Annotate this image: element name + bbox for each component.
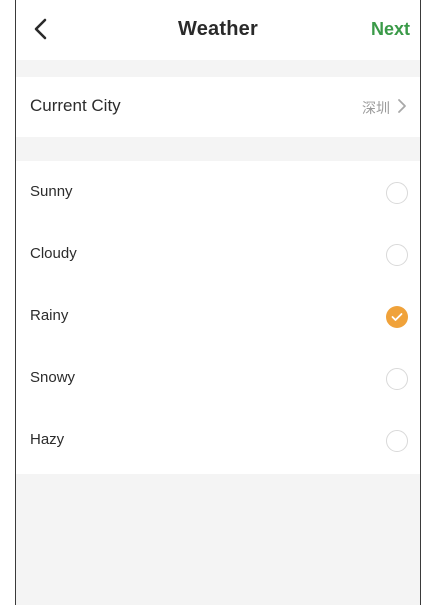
current-city-value: 深圳 — [362, 100, 390, 116]
radio-button[interactable] — [386, 430, 408, 452]
option-label: Snowy — [30, 369, 76, 386]
header-bar: Weather Next — [16, 0, 420, 60]
next-button[interactable]: Next — [371, 19, 410, 40]
radio-button[interactable] — [386, 244, 408, 266]
option-label: Cloudy — [30, 245, 77, 262]
current-city-row[interactable]: Current City 深圳 — [16, 77, 420, 137]
weather-options-list: Sunny Cloudy Rainy Snowy Hazy — [16, 161, 420, 474]
option-rainy[interactable]: Rainy — [16, 285, 420, 347]
radio-button-selected[interactable] — [386, 306, 408, 328]
option-cloudy[interactable]: Cloudy — [16, 223, 420, 285]
radio-button[interactable] — [386, 368, 408, 390]
chevron-right-icon — [398, 99, 406, 113]
option-label: Hazy — [30, 431, 65, 448]
option-hazy[interactable]: Hazy — [16, 409, 420, 471]
option-label: Sunny — [30, 183, 73, 200]
option-sunny[interactable]: Sunny — [16, 161, 420, 223]
app-frame: Weather Next Current City 深圳 Sunny Cloud… — [15, 0, 421, 605]
option-label: Rainy — [30, 307, 69, 324]
page-title: Weather — [178, 18, 258, 40]
radio-button[interactable] — [386, 182, 408, 204]
checkmark-icon — [391, 313, 403, 321]
current-city-label: Current City — [30, 96, 121, 115]
option-snowy[interactable]: Snowy — [16, 347, 420, 409]
